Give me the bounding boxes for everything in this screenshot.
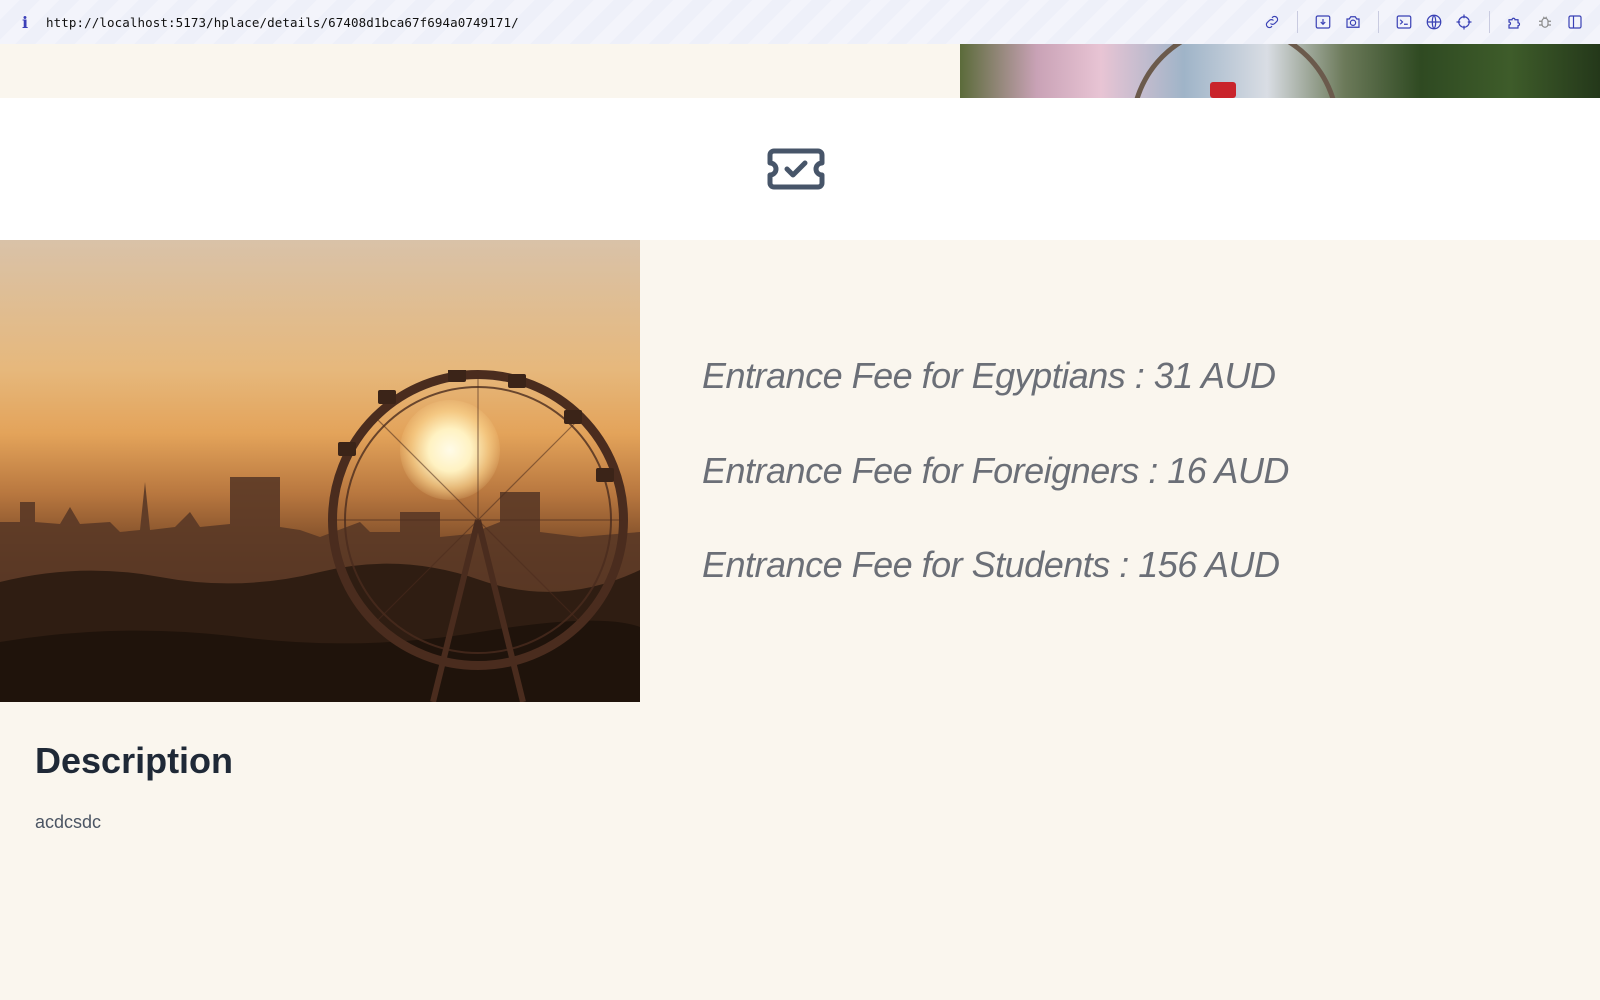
hero-photo xyxy=(960,44,1600,98)
ticket-check-icon xyxy=(767,148,825,190)
description-text: acdcsdc xyxy=(35,812,102,832)
ferris-wheel-spokes xyxy=(333,370,623,702)
info-icon[interactable]: i xyxy=(16,13,34,32)
toolbar-divider xyxy=(1297,11,1298,33)
toolbar-divider xyxy=(1378,11,1379,33)
browser-toolbar: i http://localhost:5173/hplace/details/6… xyxy=(0,0,1600,45)
toolbar-divider xyxy=(1489,11,1490,33)
entrance-fee-egyptians: Entrance Fee for Egyptians : 31 AUD xyxy=(702,355,1276,396)
camera-icon[interactable] xyxy=(1343,12,1363,32)
hero-cabin xyxy=(1210,82,1236,98)
entrance-fee-foreigners: Entrance Fee for Foreigners : 16 AUD xyxy=(702,450,1289,491)
link-icon[interactable] xyxy=(1262,12,1282,32)
terminal-icon[interactable] xyxy=(1394,12,1414,32)
download-icon[interactable] xyxy=(1313,12,1333,32)
crosshair-icon[interactable] xyxy=(1454,12,1474,32)
bug-icon[interactable] xyxy=(1535,12,1555,32)
toolbar-icons xyxy=(1257,0,1590,44)
address-bar-url[interactable]: http://localhost:5173/hplace/details/674… xyxy=(46,15,519,30)
place-photo xyxy=(0,240,640,702)
split-view-icon[interactable] xyxy=(1565,12,1585,32)
description-heading: Description xyxy=(35,740,234,781)
globe-icon[interactable] xyxy=(1424,12,1444,32)
entrance-fee-students: Entrance Fee for Students : 156 AUD xyxy=(702,544,1280,585)
puzzle-icon[interactable] xyxy=(1505,12,1525,32)
